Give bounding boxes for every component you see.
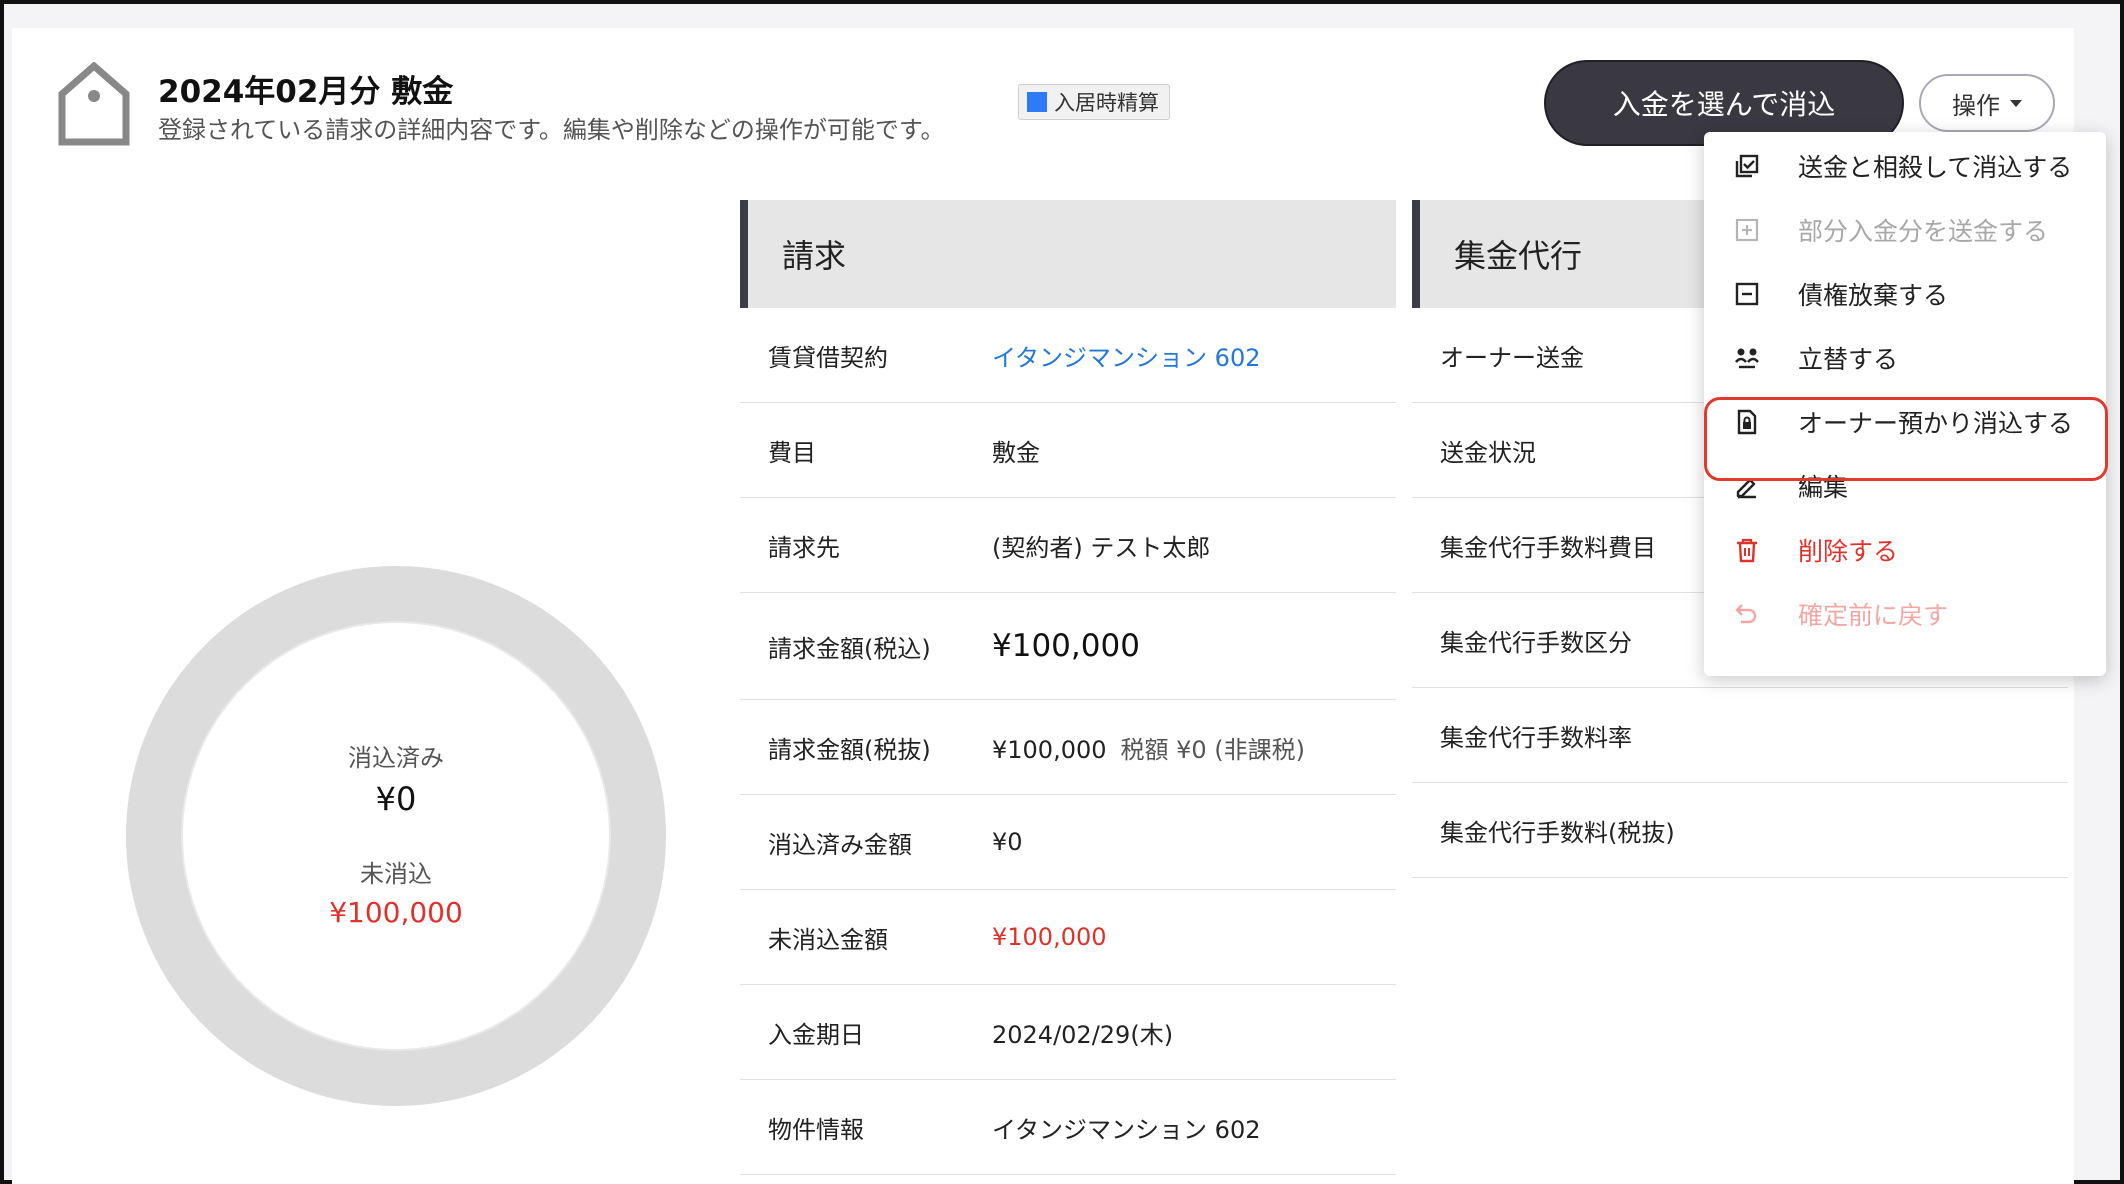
price-tag-icon — [58, 62, 130, 146]
menu-item-label: 債権放棄する — [1798, 281, 1949, 310]
table-row: 未消込金額 ¥100,000 — [740, 890, 1396, 985]
menu-item-label: 立替する — [1798, 345, 1899, 374]
minus-square-icon — [1735, 282, 1759, 306]
caret-down-icon — [2010, 99, 2022, 107]
billing-section-header: 請求 — [740, 200, 1396, 308]
advance-payment-icon — [1735, 348, 1759, 369]
donut-inner-edge — [181, 621, 611, 1051]
row-label: 集金代行手数料(税抜) — [1440, 818, 1675, 847]
uncleared-value: ¥100,000 — [329, 896, 463, 929]
window-frame: 2024年02月分 敷金 登録されている請求の詳細内容です。編集や削除などの操作… — [0, 0, 2124, 1184]
row-value: ¥0 — [992, 828, 1023, 856]
table-row: 賃貸借契約 イタンジマンション 602 — [740, 308, 1396, 403]
table-row: 請求金額(税抜) ¥100,000 税額 ¥0 (非課税) — [740, 700, 1396, 795]
row-label: 消込済み金額 — [768, 830, 912, 859]
undo-icon — [1735, 604, 1757, 624]
row-value: 敷金 — [992, 438, 1040, 467]
row-value: ¥100,000 — [992, 923, 1107, 951]
badge-label: 入居時精算 — [1054, 91, 1159, 115]
row-label: 物件情報 — [768, 1115, 864, 1144]
row-label: 未消込金額 — [768, 925, 888, 954]
tax-note: 税額 ¥0 (非課税) — [1120, 735, 1306, 764]
cleared-label: 消込済み — [348, 744, 444, 772]
badge-color-swatch — [1027, 92, 1047, 112]
row-label: 費目 — [768, 438, 816, 467]
highlight-outline — [1704, 397, 2108, 481]
menu-item-advance-payment[interactable]: 立替する — [1704, 326, 2106, 390]
table-row: 消込済み金額 ¥0 — [740, 795, 1396, 890]
menu-item-send-partial[interactable]: 部分入金分を送金する — [1704, 198, 2106, 262]
billing-table: 賃貸借契約 イタンジマンション 602 費目 敷金 請求先 (契約者) テスト太… — [740, 308, 1396, 1175]
plus-square-icon — [1735, 218, 1759, 242]
operations-label: 操作 — [1952, 91, 2000, 120]
table-row: 請求先 (契約者) テスト太郎 — [740, 498, 1396, 593]
table-row: 入金期日 2024/02/29(木) — [740, 985, 1396, 1080]
row-value: ¥100,000 — [992, 628, 1140, 664]
table-row: 集金代行手数料率 — [1412, 688, 2068, 783]
cleared-value: ¥0 — [375, 780, 417, 818]
amount-ex-tax: ¥100,000 — [992, 735, 1107, 764]
page-subtitle: 登録されている請求の詳細内容です。編集や削除などの操作が可能です。 — [158, 116, 945, 144]
row-value: 2024/02/29(木) — [992, 1020, 1174, 1049]
menu-item-revert[interactable]: 確定前に戻す — [1704, 582, 2106, 646]
menu-item-waive-claim[interactable]: 債権放棄する — [1704, 262, 2106, 326]
donut-uncleared-ring — [126, 566, 666, 1106]
row-value: (契約者) テスト太郎 — [992, 533, 1211, 562]
menu-item-label: 部分入金分を送金する — [1798, 217, 2049, 246]
table-row: 集金代行手数料(税抜) — [1412, 783, 2068, 878]
menu-item-offset-clear[interactable]: 送金と相殺して消込する — [1704, 134, 2106, 198]
row-label: 入金期日 — [768, 1020, 864, 1049]
trash-icon — [1737, 538, 1757, 563]
table-row: 請求金額(税込) ¥100,000 — [740, 593, 1396, 700]
operations-dropdown-button[interactable]: 操作 — [1919, 74, 2055, 132]
menu-item-label: 削除する — [1798, 537, 1899, 566]
settlement-badge: 入居時精算 — [1018, 84, 1170, 120]
row-value: ¥100,000 税額 ¥0 (非課税) — [992, 730, 1305, 765]
row-label: 賃貸借契約 — [768, 343, 888, 372]
page-title: 2024年02月分 敷金 — [158, 74, 454, 110]
row-label: 請求金額(税抜) — [768, 735, 931, 764]
menu-item-label: 送金と相殺して消込する — [1798, 153, 2073, 182]
row-value: イタンジマンション 602 — [992, 1115, 1261, 1144]
row-label: 請求金額(税込) — [768, 634, 931, 663]
menu-item-label: 確定前に戻す — [1798, 601, 1949, 630]
row-label: 請求先 — [768, 533, 840, 562]
uncleared-label: 未消込 — [360, 860, 432, 888]
table-row: 物件情報 イタンジマンション 602 — [740, 1080, 1396, 1175]
clearing-donut-chart — [126, 566, 666, 1106]
contract-link[interactable]: イタンジマンション 602 — [992, 338, 1260, 373]
menu-item-delete[interactable]: 削除する — [1704, 518, 2106, 582]
table-row: 費目 敷金 — [740, 403, 1396, 498]
row-label: 集金代行手数料率 — [1440, 723, 1632, 752]
offset-clear-icon — [1735, 154, 1759, 178]
